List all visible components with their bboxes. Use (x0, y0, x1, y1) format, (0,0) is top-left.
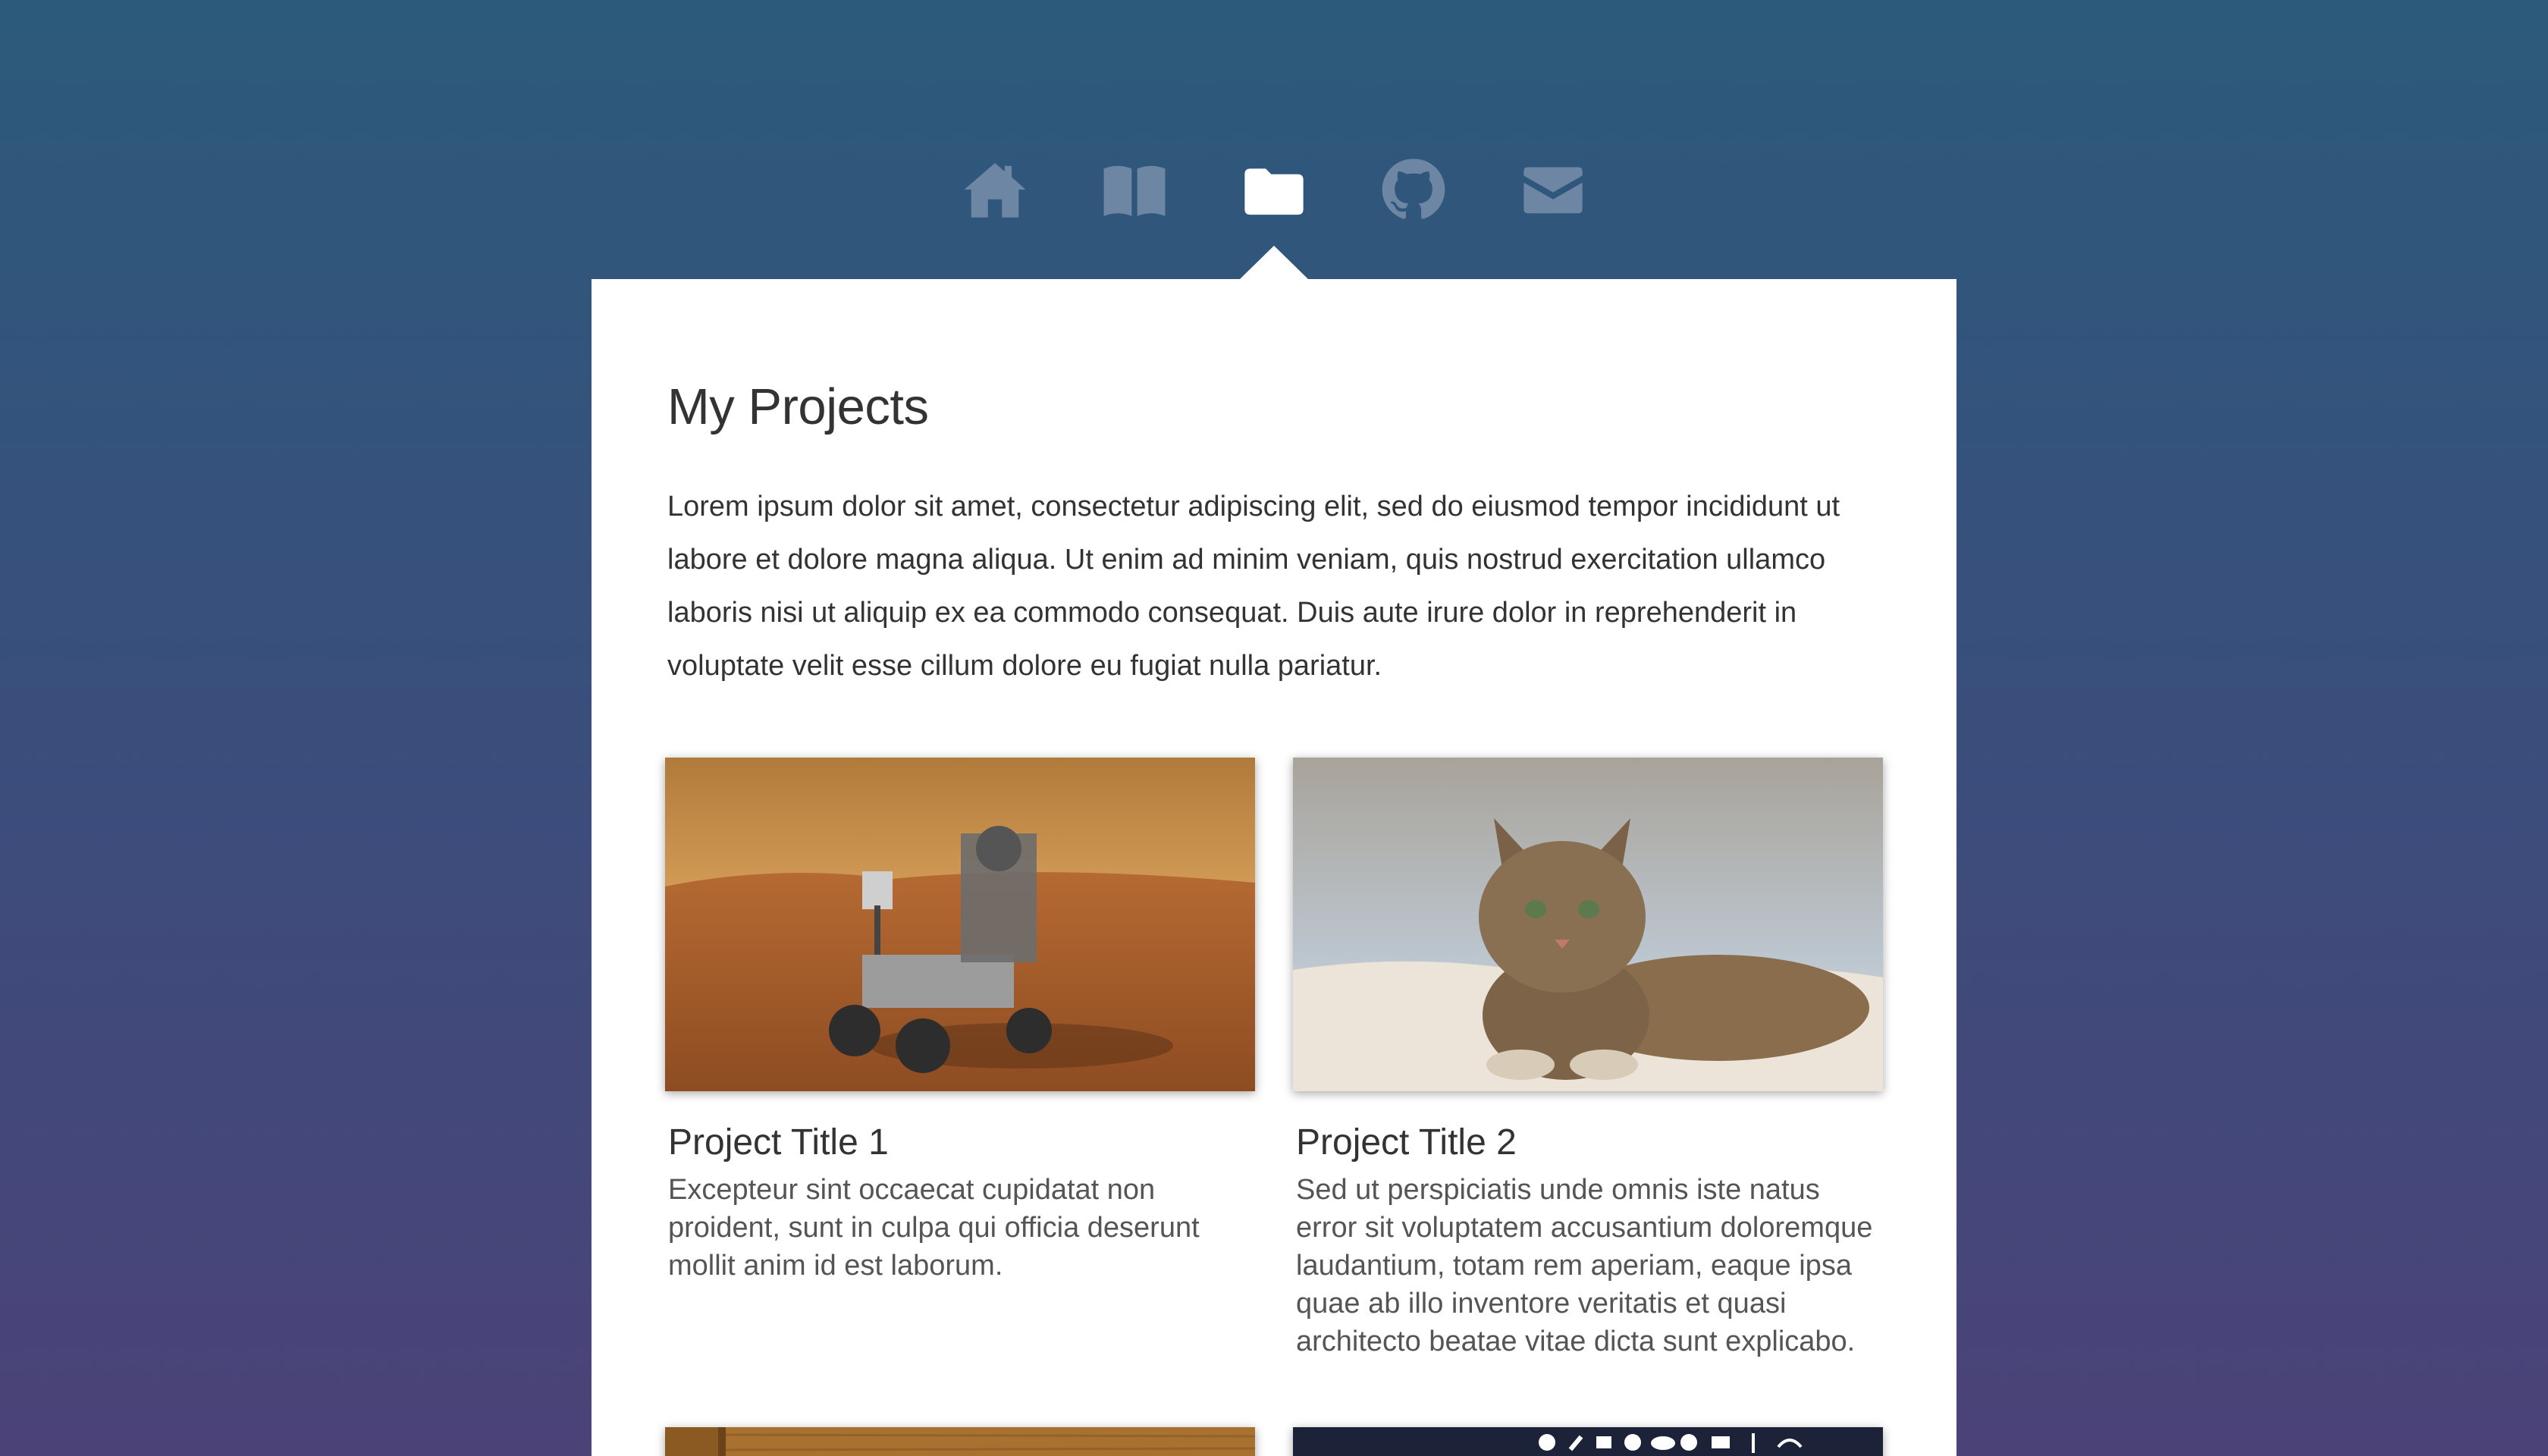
github-icon (1382, 158, 1445, 219)
folder-icon (1244, 168, 1304, 215)
project-grid: Project Title 1 Excepteur sint occaecat … (665, 758, 1883, 1456)
project-title[interactable]: Project Title 2 (1296, 1122, 1883, 1163)
page-title: My Projects (667, 378, 929, 435)
tabby-cat-image[interactable] (1293, 758, 1883, 1091)
project-card-2[interactable]: Project Title 2 Sed ut perspiciatis unde… (1293, 758, 1883, 1360)
wood-texture-image[interactable] (665, 1427, 1255, 1456)
nav-book[interactable] (1097, 152, 1172, 228)
project-card-1[interactable]: Project Title 1 Excepteur sint occaecat … (665, 758, 1255, 1360)
nav-github[interactable] (1376, 152, 1451, 228)
project-title[interactable]: Project Title 1 (668, 1122, 1255, 1163)
envelope-icon (1523, 167, 1583, 214)
nav-contact[interactable] (1515, 152, 1591, 228)
mars-rover-image[interactable] (665, 758, 1255, 1091)
project-description: Excepteur sint occaecat cupidatat non pr… (668, 1174, 1200, 1282)
nav-projects[interactable] (1236, 152, 1312, 228)
nav-home[interactable] (957, 152, 1033, 228)
intro-paragraph: Lorem ipsum dolor sit amet, consectetur … (667, 491, 1840, 682)
content-card: My Projects Lorem ipsum dolor sit amet, … (592, 279, 1956, 1456)
project-description: Sed ut perspiciatis unde omnis iste natu… (1296, 1174, 1873, 1357)
home-icon (964, 163, 1026, 218)
book-icon (1103, 165, 1166, 216)
project-card-3[interactable] (665, 1427, 1255, 1456)
active-nav-pointer (1239, 246, 1309, 280)
menu-bar-screenshot-image[interactable] (1293, 1427, 1883, 1456)
main-nav (0, 152, 2548, 228)
project-card-4[interactable] (1293, 1427, 1883, 1456)
